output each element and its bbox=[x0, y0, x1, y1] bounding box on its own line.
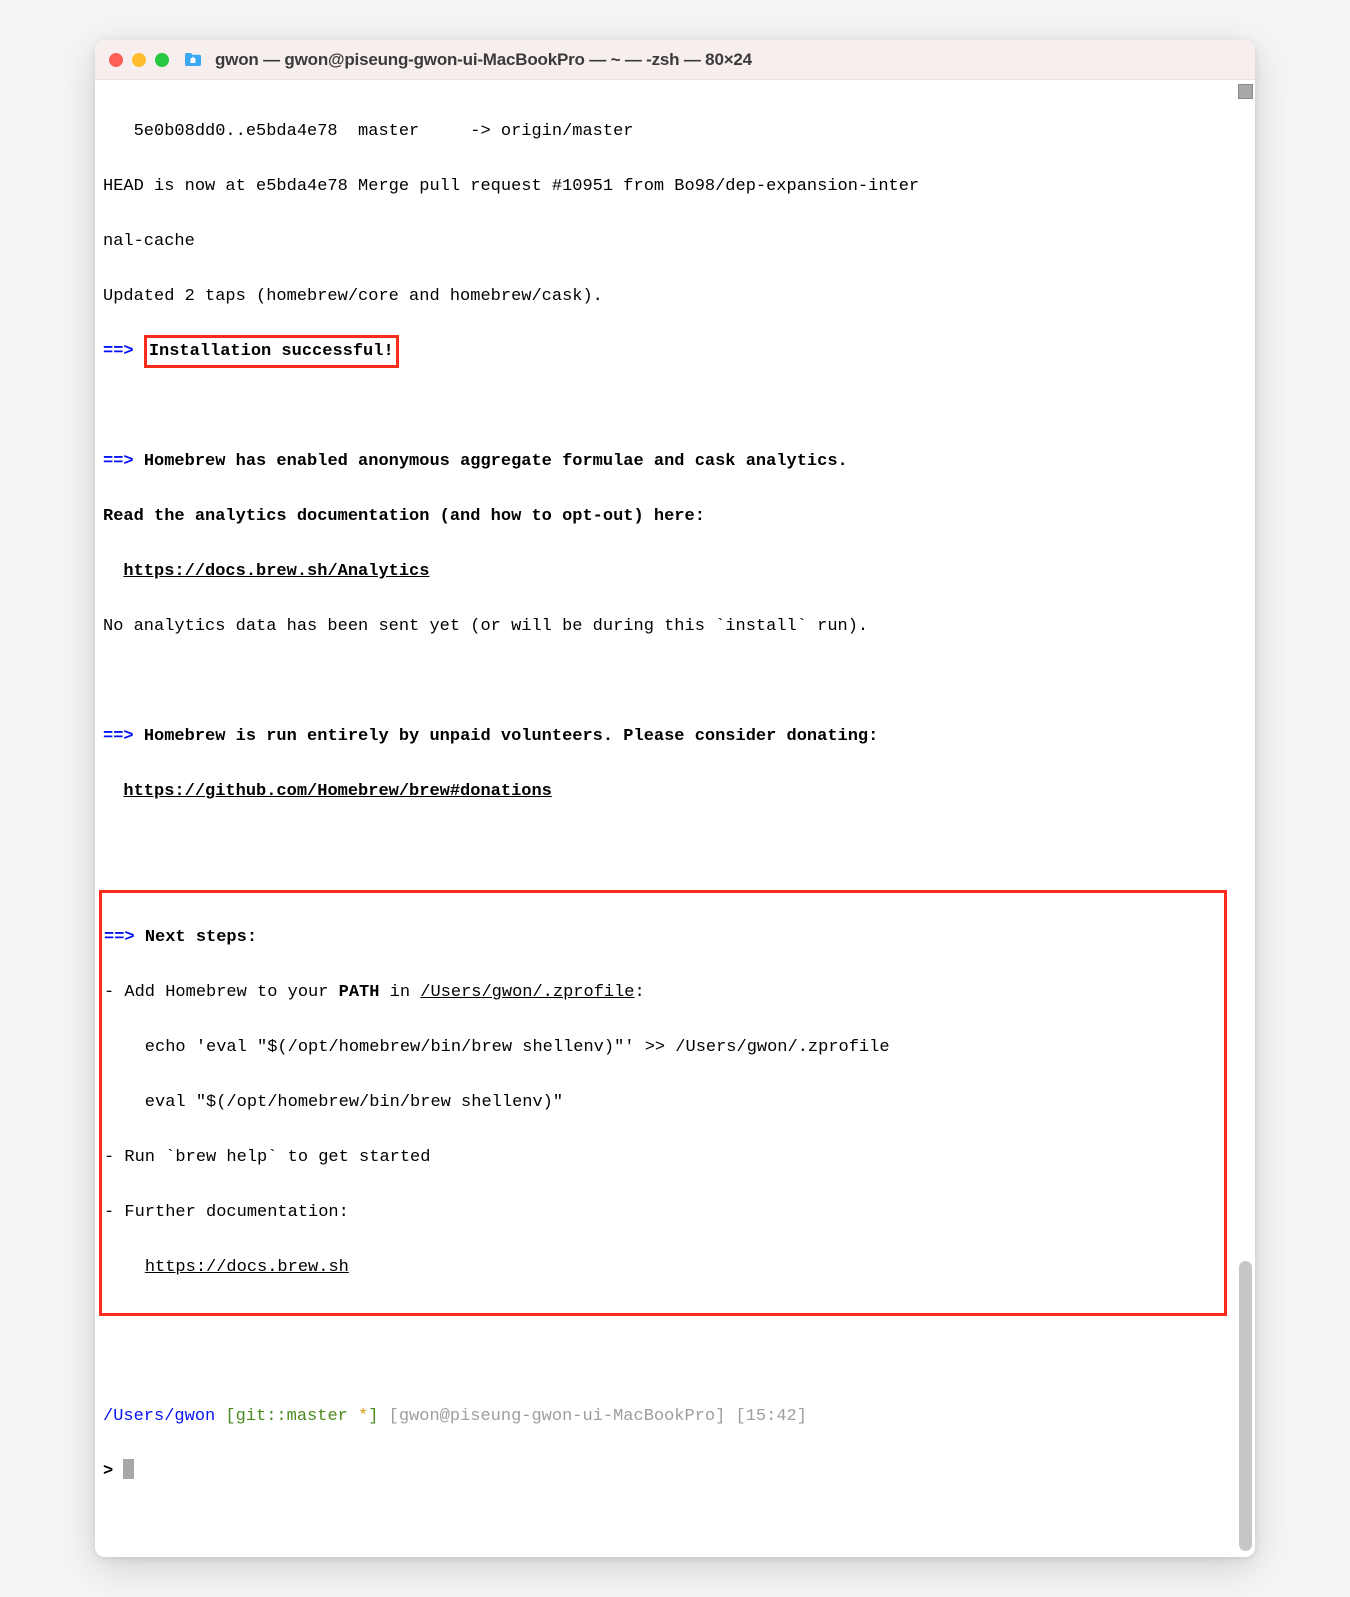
prompt-line: /Users/gwon [git::master *] [gwon@piseun… bbox=[99, 1403, 1227, 1431]
output-line: ==> Homebrew has enabled anonymous aggre… bbox=[99, 448, 1227, 476]
output-line: echo 'eval "$(/opt/homebrew/bin/brew she… bbox=[104, 1034, 1222, 1062]
output-line: HEAD is now at e5bda4e78 Merge pull requ… bbox=[99, 173, 1227, 201]
prompt-input-line[interactable]: > bbox=[99, 1458, 1227, 1486]
docs-link[interactable]: https://docs.brew.sh bbox=[145, 1258, 349, 1277]
scroll-indicator-icon bbox=[1238, 84, 1253, 99]
output-line: ==> Homebrew is run entirely by unpaid v… bbox=[99, 723, 1227, 751]
arrow-icon: ==> bbox=[104, 928, 135, 947]
prompt-git-branch: git::master bbox=[236, 1407, 358, 1426]
output-line: ==> Installation successful! bbox=[99, 338, 1227, 366]
terminal-output: 5e0b08dd0..e5bda4e78 master -> origin/ma… bbox=[99, 90, 1251, 1541]
highlight-box-install: Installation successful! bbox=[144, 335, 399, 369]
output-line: - Add Homebrew to your PATH in /Users/gw… bbox=[104, 979, 1222, 1007]
titlebar[interactable]: gwon — gwon@piseung-gwon-ui-MacBookPro —… bbox=[95, 40, 1255, 80]
window-title: gwon — gwon@piseung-gwon-ui-MacBookPro —… bbox=[215, 50, 752, 70]
close-icon[interactable] bbox=[109, 53, 123, 67]
minimize-icon[interactable] bbox=[132, 53, 146, 67]
donate-link[interactable]: https://github.com/Homebrew/brew#donatio… bbox=[123, 782, 551, 801]
terminal-body[interactable]: 5e0b08dd0..e5bda4e78 master -> origin/ma… bbox=[95, 80, 1255, 1557]
output-line: Read the analytics documentation (and ho… bbox=[99, 503, 1227, 531]
output-line bbox=[99, 1348, 1227, 1376]
output-line: https://github.com/Homebrew/brew#donatio… bbox=[99, 778, 1227, 806]
output-line: - Further documentation: bbox=[104, 1199, 1222, 1227]
prompt-caret: > bbox=[103, 1462, 123, 1481]
folder-icon bbox=[184, 52, 202, 67]
output-line bbox=[99, 668, 1227, 696]
git-dirty-icon: * bbox=[358, 1407, 368, 1426]
output-line: 5e0b08dd0..e5bda4e78 master -> origin/ma… bbox=[99, 118, 1227, 146]
output-line bbox=[99, 833, 1227, 861]
arrow-icon: ==> bbox=[103, 727, 134, 746]
cursor-icon bbox=[123, 1459, 134, 1479]
output-line bbox=[99, 393, 1227, 421]
arrow-icon: ==> bbox=[103, 342, 134, 361]
output-line: https://docs.brew.sh/Analytics bbox=[99, 558, 1227, 586]
scrollbar[interactable] bbox=[1237, 84, 1253, 1553]
prompt-host: [gwon@piseung-gwon-ui-MacBookPro] [15:42… bbox=[378, 1407, 806, 1426]
arrow-icon: ==> bbox=[103, 452, 134, 471]
output-line: ==> Next steps: bbox=[104, 924, 1222, 952]
output-line: - Run `brew help` to get started bbox=[104, 1144, 1222, 1172]
output-line: nal-cache bbox=[99, 228, 1227, 256]
output-line: No analytics data has been sent yet (or … bbox=[99, 613, 1227, 641]
highlight-box-next-steps: ==> Next steps: - Add Homebrew to your P… bbox=[99, 890, 1227, 1316]
maximize-icon[interactable] bbox=[155, 53, 169, 67]
output-line: eval "$(/opt/homebrew/bin/brew shellenv)… bbox=[104, 1089, 1222, 1117]
output-line: Updated 2 taps (homebrew/core and homebr… bbox=[99, 283, 1227, 311]
output-line: https://docs.brew.sh bbox=[104, 1254, 1222, 1282]
analytics-link[interactable]: https://docs.brew.sh/Analytics bbox=[123, 562, 429, 581]
prompt-path: /Users/gwon bbox=[103, 1407, 215, 1426]
terminal-window: gwon — gwon@piseung-gwon-ui-MacBookPro —… bbox=[95, 40, 1255, 1557]
scrollbar-thumb[interactable] bbox=[1239, 1261, 1252, 1551]
